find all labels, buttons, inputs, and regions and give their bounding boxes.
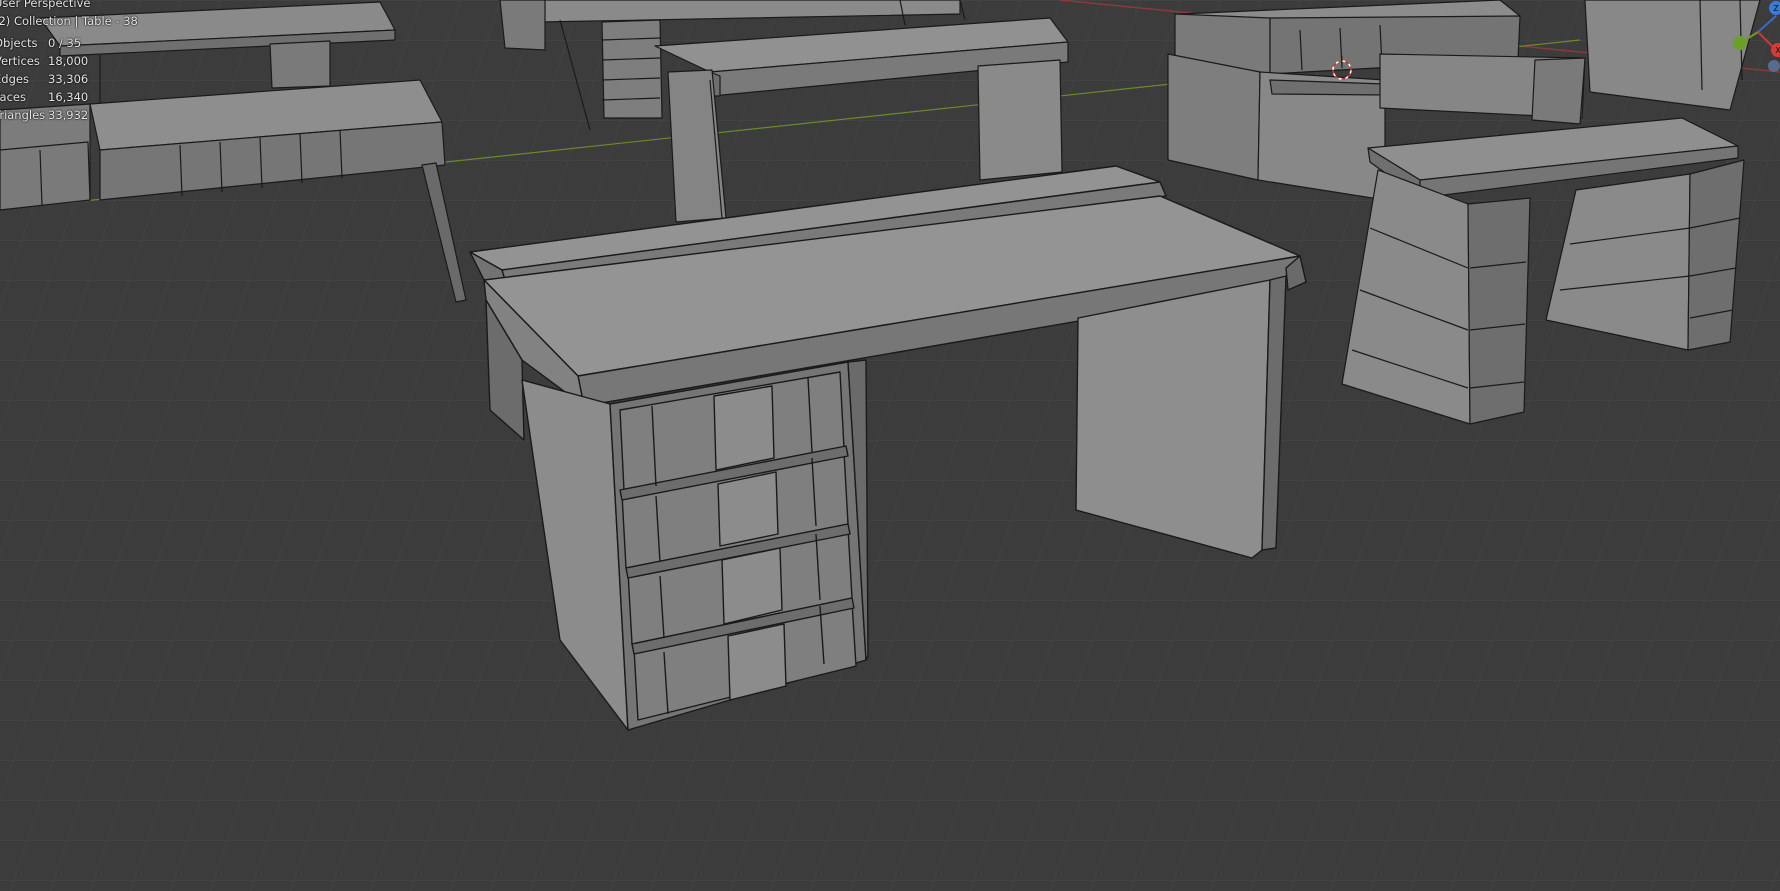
3d-viewport[interactable]: User Perspective (2) Collection | Table …	[0, 0, 1780, 891]
gizmo-x-label: X	[1775, 46, 1780, 55]
navigation-gizmo[interactable]: Z X	[1718, 0, 1780, 80]
gizmo-y-icon[interactable]	[1733, 36, 1747, 50]
gizmo-neg-x-icon[interactable]	[1768, 60, 1780, 72]
drawer-stack	[619, 371, 857, 721]
gizmo-z-label: Z	[1773, 4, 1779, 13]
scene-render[interactable]	[0, 0, 1780, 891]
